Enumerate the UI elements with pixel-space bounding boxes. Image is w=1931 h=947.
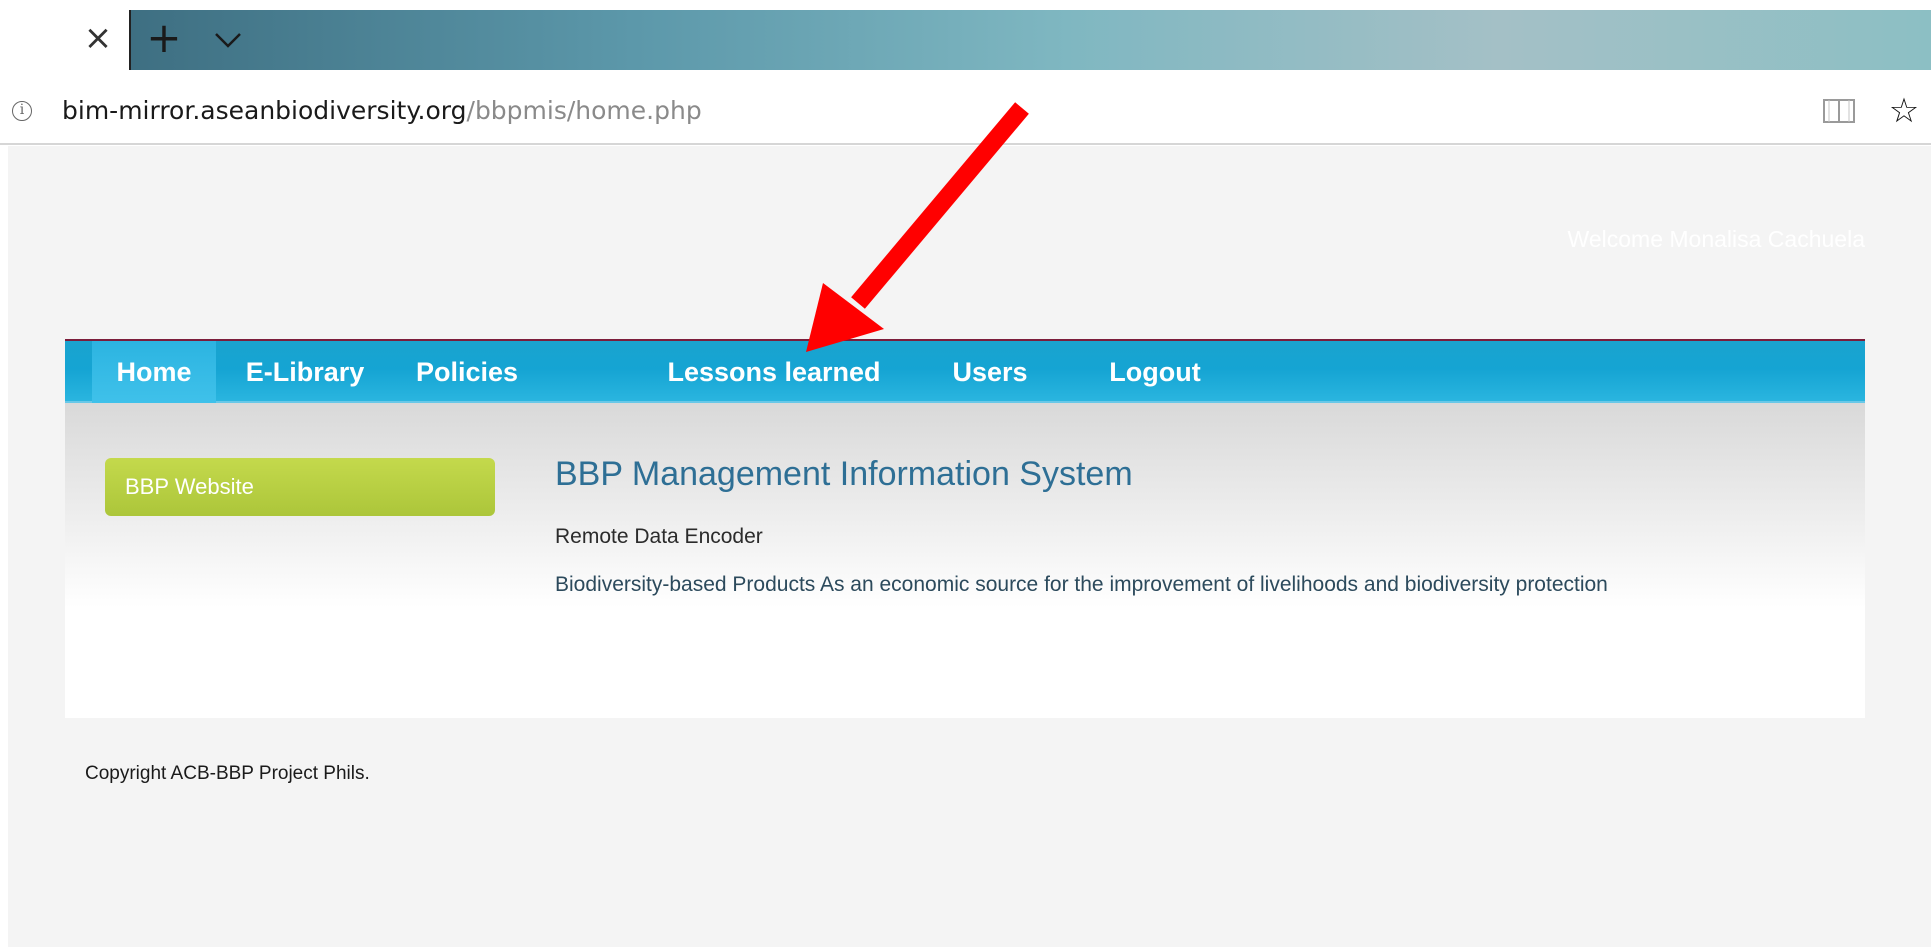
page-subtitle: Remote Data Encoder	[555, 525, 763, 548]
browser-window: × + i bim-mirror.aseanbiodiversity.org/b…	[0, 0, 1931, 947]
book-icon-glyph	[1823, 99, 1855, 123]
nav-logout[interactable]: Logout	[1103, 341, 1207, 403]
book-icon[interactable]	[1822, 97, 1856, 125]
copyright-text: Copyright ACB-BBP Project Phils.	[85, 763, 370, 784]
nav-policies[interactable]: Policies	[411, 341, 523, 403]
nav-home[interactable]: Home	[92, 341, 216, 403]
welcome-text: Welcome Monalisa Cachuela	[1567, 226, 1865, 252]
content-panel: BBP Website BBP Management Information S…	[65, 403, 1865, 718]
star-icon[interactable]: ☆	[1886, 93, 1922, 129]
bbp-website-button[interactable]: BBP Website	[105, 458, 495, 516]
address-bar: i bim-mirror.aseanbiodiversity.org/bbpmi…	[0, 79, 1931, 145]
page-title: BBP Management Information System	[555, 455, 1133, 493]
nav-e-library[interactable]: E-Library	[235, 341, 375, 403]
tab-strip-background	[130, 10, 1931, 70]
info-icon[interactable]: i	[12, 101, 32, 121]
tab-strip: × +	[0, 0, 1931, 79]
url-field[interactable]: bim-mirror.aseanbiodiversity.org/bbpmis/…	[62, 95, 702, 127]
nav-lessons-learned[interactable]: Lessons learned	[661, 341, 887, 403]
chevron-down-icon-glyph	[215, 33, 241, 48]
tab-divider	[129, 10, 131, 70]
url-path: /bbpmis/home.php	[466, 96, 702, 125]
nav-users[interactable]: Users	[945, 341, 1035, 403]
main-nav: Home E-Library Policies Lessons learned …	[65, 339, 1865, 403]
page-viewport: Welcome Monalisa Cachuela Home E-Library…	[8, 146, 1931, 947]
plus-icon[interactable]: +	[144, 16, 184, 60]
chevron-down-icon[interactable]	[210, 22, 246, 58]
close-icon[interactable]: ×	[80, 18, 116, 58]
url-domain: bim-mirror.aseanbiodiversity.org	[62, 96, 467, 125]
page-description: Biodiversity-based Products As an econom…	[555, 573, 1608, 596]
